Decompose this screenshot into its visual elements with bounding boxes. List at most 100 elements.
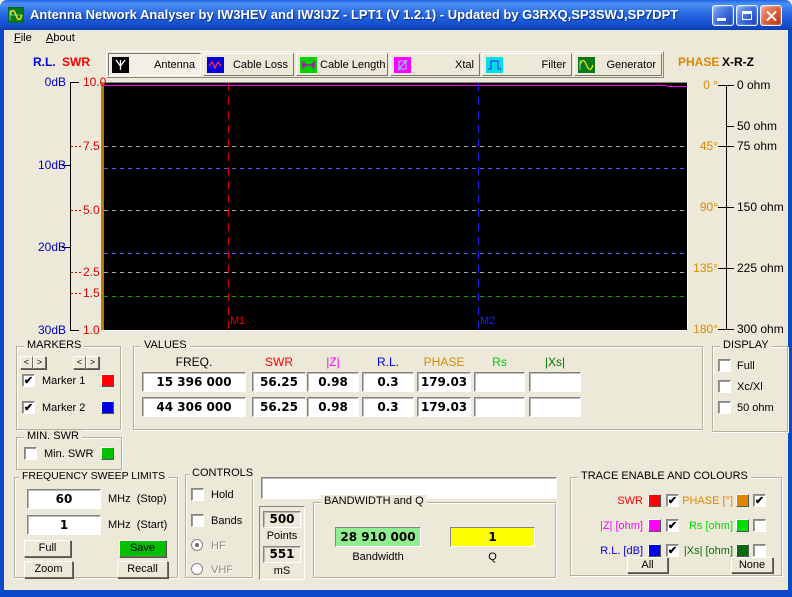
full-sweep-button[interactable]: Full xyxy=(24,540,71,557)
display-xcxl-label: Xc/Xl xyxy=(737,381,763,393)
generator-icon xyxy=(578,57,595,73)
display-panel-title: DISPLAY xyxy=(720,339,772,351)
toolbar-button-generator[interactable]: Generator xyxy=(574,53,662,76)
rl-tick: 10dB xyxy=(0,158,66,172)
close-icon[interactable] xyxy=(760,5,782,26)
axis-tick xyxy=(70,330,79,331)
col-header-phase: PHASE xyxy=(417,355,471,369)
marker1-checkbox[interactable]: ✔ xyxy=(22,374,35,387)
xtal-icon xyxy=(394,57,411,73)
phase-tick: 90° xyxy=(680,200,718,214)
marker2-right-spinner[interactable]: > xyxy=(86,356,99,369)
value-swr-m1: 56.25 xyxy=(252,372,306,392)
hf-label: HF xyxy=(211,540,226,552)
axis-tick xyxy=(718,85,734,86)
bandwidth-label: Bandwidth xyxy=(335,551,421,563)
sweep-limits-title: FREQUENCY SWEEP LIMITS xyxy=(19,470,168,482)
display-xcxl-checkbox[interactable] xyxy=(718,380,731,393)
marker1-color-swatch[interactable] xyxy=(101,374,114,387)
value-swr-m2: 56.25 xyxy=(252,397,306,417)
trace-panel-title: TRACE ENABLE AND COLOURS xyxy=(578,470,751,482)
zoom-button[interactable]: Zoom xyxy=(24,561,73,578)
bandwidth-value: 28 910 000 xyxy=(335,527,421,547)
trace-phase-checkbox[interactable]: ✔ xyxy=(753,494,766,507)
save-button[interactable]: Save xyxy=(119,540,166,557)
trace-xs-label: |Xs| [ohm] xyxy=(665,545,733,557)
ohm-tick: 225 ohm xyxy=(737,261,784,275)
trace-z-label: |Z| [ohm] xyxy=(575,520,643,532)
phase-tick: 180° xyxy=(680,322,718,336)
marker1-right-spinner[interactable]: > xyxy=(33,356,46,369)
phase-tick: 135° xyxy=(680,261,718,275)
trace-xs-swatch[interactable] xyxy=(736,544,749,557)
trace-phase-swatch[interactable] xyxy=(736,494,749,507)
toolbar-button-xtal[interactable]: Xtal xyxy=(390,53,480,76)
toolbar-button-cable-loss[interactable]: Cable Loss xyxy=(203,53,294,76)
value-rl-m1: 0.3 xyxy=(362,372,414,392)
marker2-color-swatch[interactable] xyxy=(101,401,114,414)
display-full-checkbox[interactable] xyxy=(718,359,731,372)
axis-tick xyxy=(71,293,81,294)
antenna-icon xyxy=(112,57,129,73)
hf-radio[interactable] xyxy=(191,539,203,551)
value-z-m2: 0.98 xyxy=(307,397,359,417)
toolbar-button-cable-length[interactable]: Cable Length xyxy=(296,53,388,76)
marker1-left-spinner[interactable]: < xyxy=(20,356,33,369)
value-xs-m2 xyxy=(529,397,581,417)
hold-checkbox[interactable] xyxy=(191,488,204,501)
gridline-swr-1-5 xyxy=(104,296,687,297)
toolbar-button-filter[interactable]: Filter xyxy=(482,53,572,76)
marker1-line xyxy=(228,83,229,330)
min-swr-checkbox[interactable] xyxy=(24,447,37,460)
trace-rl-swatch[interactable] xyxy=(648,544,661,557)
toolbar-button-antenna[interactable]: Antenna xyxy=(108,53,201,76)
axis-tick xyxy=(71,210,81,211)
vhf-radio[interactable] xyxy=(191,563,203,575)
trace-rs-swatch[interactable] xyxy=(736,519,749,532)
trace-rs-checkbox[interactable] xyxy=(753,519,766,532)
value-rs-m2 xyxy=(474,397,525,417)
axis-tick xyxy=(727,126,734,127)
cable-loss-icon xyxy=(207,57,224,73)
trace-all-button[interactable]: All xyxy=(627,557,668,573)
phase-tick: 0 ° xyxy=(680,78,718,92)
display-50ohm-checkbox[interactable] xyxy=(718,401,731,414)
trace-z-swatch[interactable] xyxy=(648,519,661,532)
sweep-chart: M1 M2 xyxy=(101,82,688,331)
min-swr-label: Min. SWR xyxy=(44,448,94,460)
maximize-icon[interactable] xyxy=(736,5,758,26)
menu-about[interactable]: About xyxy=(42,32,79,47)
trace-xs-checkbox[interactable] xyxy=(753,544,766,557)
gridline-swr-7-5 xyxy=(104,146,687,147)
trace-none-button[interactable]: None xyxy=(731,557,773,573)
q-label: Q xyxy=(450,551,535,563)
marker2-line xyxy=(478,83,479,330)
marker2-left-spinner[interactable]: < xyxy=(73,356,86,369)
rl-axis-header: R.L. xyxy=(33,55,56,69)
value-freq-m2: 44 306 000 xyxy=(142,397,246,417)
start-frequency-input[interactable] xyxy=(27,515,101,535)
swr-tick: 7.5 xyxy=(83,139,100,153)
axis-tick xyxy=(71,146,81,147)
marker2-checkbox[interactable]: ✔ xyxy=(22,401,35,414)
markers-panel-title: MARKERS xyxy=(24,339,84,351)
axis-tick xyxy=(718,329,734,330)
phase-tick: 45° xyxy=(680,139,718,153)
filter-icon xyxy=(486,57,503,73)
ohm-tick: 50 ohm xyxy=(737,119,777,133)
recall-button[interactable]: Recall xyxy=(117,561,168,578)
points-value: 500 xyxy=(263,511,301,528)
minimize-icon[interactable] xyxy=(712,5,734,26)
axis-tick xyxy=(71,272,81,273)
stop-frequency-input[interactable] xyxy=(27,489,101,509)
bands-checkbox[interactable] xyxy=(191,514,204,527)
marker2-label: Marker 2 xyxy=(42,402,85,414)
min-swr-color-swatch[interactable] xyxy=(101,447,114,460)
trace-swr-swatch[interactable] xyxy=(648,494,661,507)
window-title: Antenna Network Analyser by IW3HEV and I… xyxy=(30,0,678,30)
ohm-tick: 300 ohm xyxy=(737,322,784,336)
waveform-app-icon xyxy=(8,7,24,23)
hold-label: Hold xyxy=(211,489,234,501)
menu-file[interactable]: File xyxy=(10,32,36,47)
ohm-tick: 150 ohm xyxy=(737,200,784,214)
